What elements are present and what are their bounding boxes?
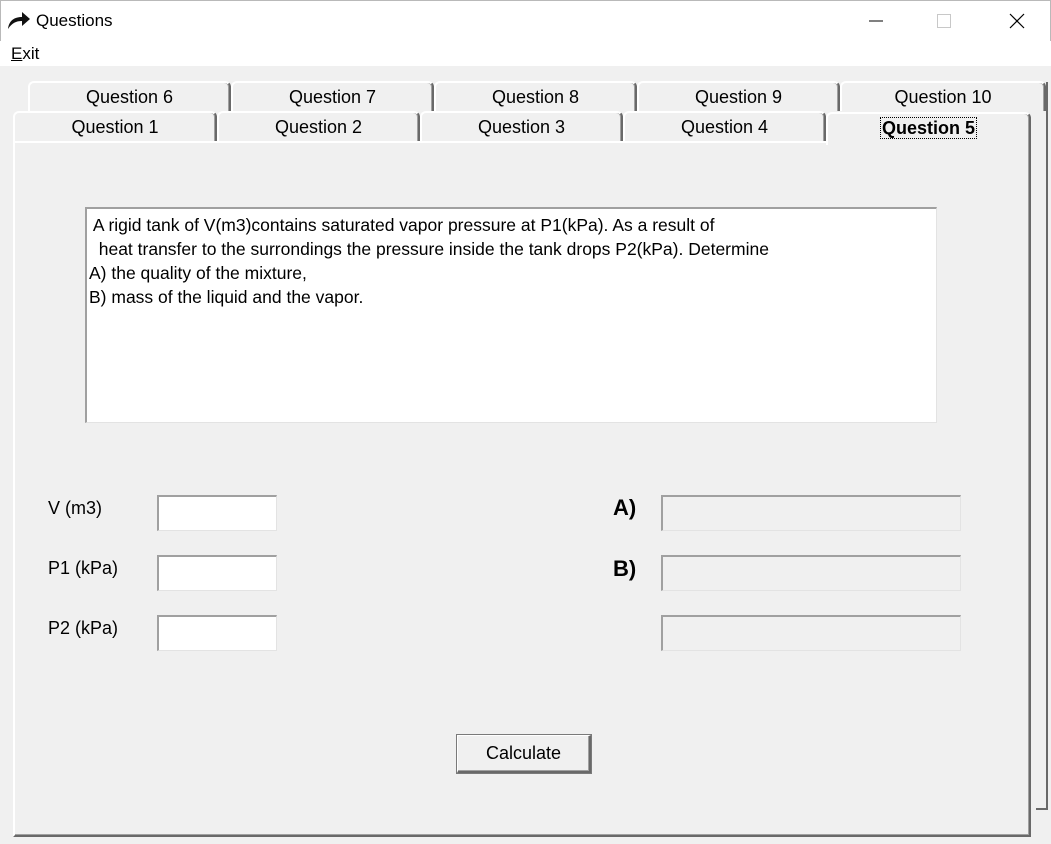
p2-label: P2 (kPa) — [48, 618, 119, 638]
tab-question-9[interactable]: Question 9 — [637, 81, 840, 111]
menu-bar: Exit — [0, 41, 1051, 66]
minimize-button[interactable] — [853, 1, 899, 41]
tab-question-4[interactable]: Question 4 — [623, 111, 826, 141]
tab-control-frame — [1036, 82, 1048, 810]
tab-question-10[interactable]: Question 10 — [840, 81, 1046, 111]
minimize-icon — [869, 20, 883, 22]
question-line: A) the quality of the mixture, — [89, 263, 307, 283]
tab-question-3[interactable]: Question 3 — [420, 111, 623, 141]
calculate-button[interactable]: Calculate — [457, 735, 591, 773]
tab-question-2[interactable]: Question 2 — [217, 111, 420, 141]
answer-a-output — [661, 495, 961, 531]
tab-question-7[interactable]: Question 7 — [231, 81, 434, 111]
maximize-button[interactable] — [921, 1, 967, 41]
curved-arrow-icon — [8, 12, 30, 29]
answer-b-output — [661, 555, 961, 591]
question-line: A rigid tank of V(m3)contains saturated … — [89, 215, 715, 235]
maximize-icon — [937, 14, 951, 28]
menu-exit-rest: xit — [22, 44, 40, 63]
question-line: heat transfer to the surrondings the pre… — [89, 239, 769, 259]
p1-input[interactable] — [157, 555, 277, 591]
tab-question-1[interactable]: Question 1 — [13, 111, 217, 141]
tab-question-5[interactable]: Question 5 — [826, 112, 1031, 145]
menu-exit-mnemonic: E — [11, 44, 23, 63]
answer-c-output — [661, 615, 961, 651]
question-line: B) mass of the liquid and the vapor. — [89, 287, 364, 307]
menu-exit[interactable]: Exit — [11, 44, 39, 64]
tab-question-5-label: Question 5 — [879, 117, 978, 139]
question-text-box[interactable]: A rigid tank of V(m3)contains saturated … — [85, 207, 937, 423]
p2-input[interactable] — [157, 615, 277, 651]
title-bar: Questions — [0, 0, 1051, 41]
tab-question-8[interactable]: Question 8 — [434, 81, 637, 111]
close-button[interactable] — [994, 1, 1040, 41]
answer-a-label: A) — [613, 495, 637, 520]
window-title: Questions — [36, 11, 113, 30]
volume-label: V (m3) — [48, 498, 102, 518]
tab-question-6[interactable]: Question 6 — [28, 81, 231, 111]
answer-b-label: B) — [613, 556, 637, 581]
volume-input[interactable] — [157, 495, 277, 531]
p1-label: P1 (kPa) — [48, 558, 119, 578]
close-icon — [1009, 13, 1025, 29]
